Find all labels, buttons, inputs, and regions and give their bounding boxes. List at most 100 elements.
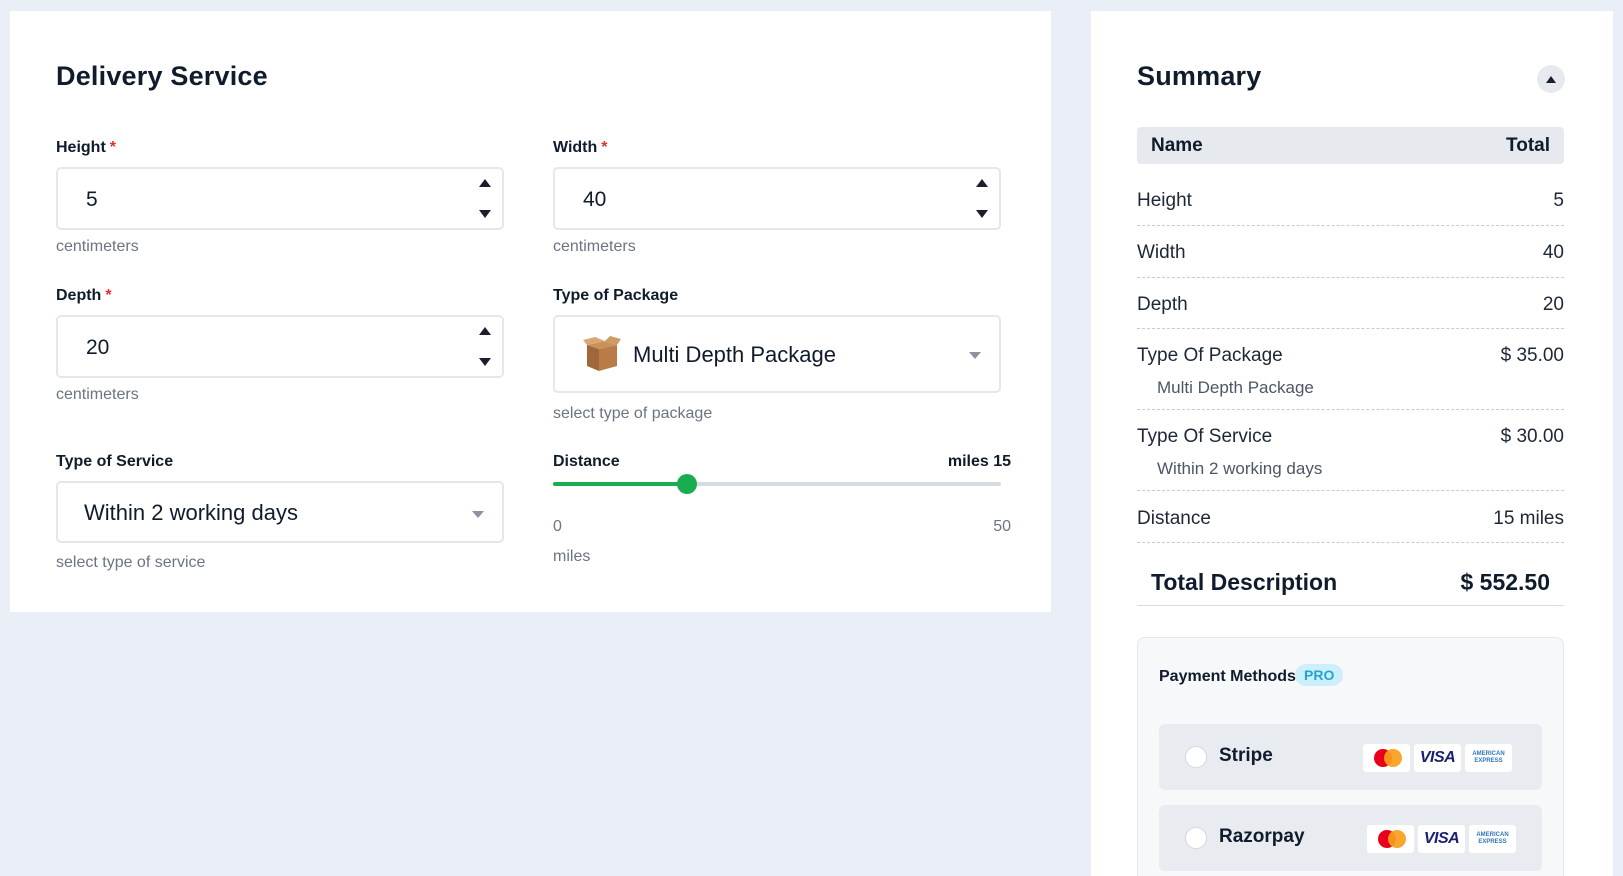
distance-slider[interactable] (553, 474, 1001, 494)
package-helper: select type of package (553, 405, 713, 422)
height-input[interactable]: 5 (56, 167, 504, 230)
service-label: Type of Service (56, 453, 174, 470)
summary-row-name: Width (1137, 242, 1186, 263)
payment-option-stripe[interactable]: Stripe VISA AMERICAN EXPRESS (1159, 724, 1542, 790)
arrow-down-icon (479, 210, 491, 218)
depth-label-text: Depth (56, 287, 102, 304)
summary-row-name: Distance (1137, 508, 1211, 529)
height-helper: centimeters (56, 238, 139, 255)
chevron-down-icon (969, 352, 981, 359)
height-label-text: Height (56, 139, 106, 156)
total-label: Total Description (1151, 569, 1338, 595)
summary-row-name: Type Of Package (1137, 345, 1283, 366)
distance-unit-label: miles (553, 548, 591, 565)
razorpay-radio[interactable] (1185, 827, 1207, 849)
box-icon (583, 336, 621, 371)
width-value[interactable]: 40 (583, 188, 606, 212)
service-select[interactable]: Within 2 working days (56, 481, 504, 543)
width-input[interactable]: 40 (553, 167, 1001, 230)
arrow-up-icon (976, 179, 988, 187)
stripe-radio[interactable] (1185, 746, 1207, 768)
height-label: Height * (56, 139, 116, 157)
pro-badge: PRO (1295, 664, 1344, 686)
service-helper: select type of service (56, 554, 206, 571)
summary-row: Type Of Package $ 35.00 Multi Depth Pack… (1137, 329, 1564, 410)
summary-title: Summary (1137, 61, 1262, 91)
arrow-down-icon (976, 210, 988, 218)
visa-icon: VISA (1418, 825, 1465, 853)
amex-text: AMERICAN EXPRESS (1476, 832, 1509, 845)
payment-option-name: Stripe (1219, 745, 1273, 766)
total-value: $ 552.50 (1460, 569, 1550, 595)
mastercard-icon (1363, 744, 1410, 772)
summary-row-value: $ 35.00 (1500, 345, 1564, 366)
summary-row: Width 40 (1137, 226, 1564, 278)
delivery-title: Delivery Service (56, 61, 268, 91)
summary-row-value: 15 miles (1493, 508, 1564, 529)
width-helper: centimeters (553, 238, 636, 255)
american-express-icon: AMERICAN EXPRESS (1469, 825, 1516, 853)
distance-slider-thumb[interactable] (677, 474, 698, 494)
distance-max-label: 50 (993, 518, 1011, 535)
payment-methods-title: Payment Methods (1159, 668, 1296, 685)
width-label: Width * (553, 139, 608, 157)
required-mark: * (109, 139, 117, 156)
summary-panel: Summary Name Total Height 5 Width 40 Dep… (1091, 11, 1613, 876)
package-label: Type of Package (553, 287, 679, 304)
width-label-text: Width (553, 139, 598, 156)
depth-value[interactable]: 20 (86, 336, 109, 360)
height-value[interactable]: 5 (86, 188, 98, 212)
summary-row-sub: Within 2 working days (1157, 459, 1323, 478)
summary-row-value: $ 30.00 (1500, 426, 1564, 447)
depth-helper: centimeters (56, 386, 139, 403)
summary-row: Height 5 (1137, 176, 1564, 226)
summary-row: Distance 15 miles (1137, 491, 1564, 543)
depth-decrement-button[interactable] (474, 351, 496, 373)
distance-label: Distance (553, 453, 620, 470)
visa-icon: VISA (1414, 744, 1461, 772)
total-row: Total Description $ 552.50 (1137, 551, 1564, 606)
summary-row-sub: Multi Depth Package (1157, 378, 1314, 397)
mastercard-icon (1367, 825, 1414, 853)
payment-option-name: Razorpay (1219, 826, 1305, 847)
visa-text: VISA (1423, 830, 1460, 847)
summary-row-name: Type Of Service (1137, 426, 1273, 447)
chevron-up-icon (1546, 75, 1556, 83)
service-value: Within 2 working days (84, 500, 298, 525)
header-total: Total (1506, 135, 1550, 156)
depth-label: Depth * (56, 287, 112, 305)
arrow-up-icon (479, 179, 491, 187)
summary-row: Type Of Service $ 30.00 Within 2 working… (1137, 410, 1564, 491)
arrow-down-icon (479, 358, 491, 366)
package-value: Multi Depth Package (633, 342, 836, 367)
payment-methods: Payment Methods PRO Stripe VISA AMERICAN… (1137, 637, 1564, 876)
required-mark: * (105, 287, 112, 304)
header-name: Name (1151, 135, 1203, 156)
summary-row-name: Height (1137, 190, 1192, 211)
height-decrement-button[interactable] (474, 203, 496, 225)
american-express-icon: AMERICAN EXPRESS (1465, 744, 1512, 772)
distance-min-label: 0 (553, 518, 562, 535)
distance-value-display: miles 15 (947, 453, 1011, 470)
summary-row-value: 5 (1553, 190, 1564, 211)
required-mark: * (601, 139, 608, 156)
distance-slider-fill (553, 482, 688, 486)
delivery-service-panel: Delivery Service Height * 5 centimeters W… (10, 11, 1051, 612)
depth-input[interactable]: 20 (56, 315, 504, 378)
summary-row-value: 20 (1542, 294, 1564, 315)
package-select[interactable]: Multi Depth Package (553, 315, 1001, 393)
chevron-down-icon (472, 511, 484, 518)
summary-table-header: Name Total (1137, 127, 1564, 164)
summary-row-value: 40 (1542, 242, 1564, 263)
arrow-up-icon (479, 327, 491, 335)
collapse-summary-button[interactable] (1537, 65, 1565, 93)
payment-option-razorpay[interactable]: Razorpay VISA AMERICAN EXPRESS (1159, 805, 1542, 871)
height-increment-button[interactable] (474, 172, 496, 194)
amex-text: AMERICAN EXPRESS (1472, 751, 1505, 764)
summary-row-name: Depth (1137, 294, 1188, 315)
depth-increment-button[interactable] (474, 320, 496, 342)
summary-row: Depth 20 (1137, 278, 1564, 329)
width-decrement-button[interactable] (971, 203, 993, 225)
visa-text: VISA (1419, 749, 1456, 766)
width-increment-button[interactable] (971, 172, 993, 194)
